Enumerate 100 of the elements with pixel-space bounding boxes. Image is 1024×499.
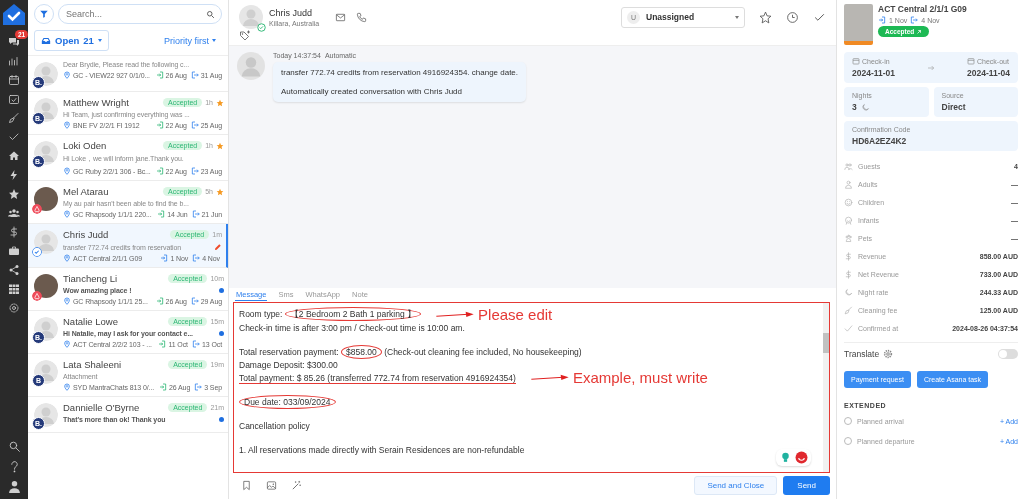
guest-name: Chris Judd	[269, 7, 314, 18]
nights-value: 3	[852, 102, 857, 112]
confirmed-icon	[844, 323, 853, 333]
people-icon[interactable]	[8, 207, 20, 219]
editor-text-line: Total payment: $ 85.26 (transferred 772.74 from reservation 4916924354)	[239, 372, 516, 383]
channel-icon	[32, 204, 42, 214]
check-in-icon	[155, 71, 164, 79]
guest-name: Lata Shaleeni	[63, 359, 123, 370]
check-in-icon	[159, 383, 167, 391]
cleaning-icon	[844, 305, 853, 315]
chart-icon[interactable]	[8, 55, 20, 67]
briefcase-icon[interactable]	[8, 245, 20, 257]
status-dropdown[interactable]: Open 21	[34, 30, 109, 51]
annotation-arrow	[435, 310, 476, 319]
guest-name: Matthew Wright	[63, 97, 130, 108]
check-out-icon	[190, 121, 199, 129]
settings-icon[interactable]	[8, 302, 20, 314]
user-icon[interactable]	[7, 480, 21, 493]
search-icon[interactable]	[7, 440, 21, 453]
mail-icon[interactable]	[335, 11, 347, 23]
translate-label: Translate	[844, 349, 880, 359]
children-icon	[844, 197, 853, 207]
add-tag-icon[interactable]	[239, 30, 251, 42]
calendar-check-icon[interactable]	[8, 93, 20, 105]
star-icon[interactable]	[759, 10, 772, 24]
scrollbar[interactable]	[823, 303, 829, 472]
check-in-icon	[878, 16, 886, 24]
inbox-icon	[41, 35, 51, 46]
chat-icon[interactable]	[8, 36, 20, 48]
check-in-icon	[160, 254, 169, 262]
message-editor[interactable]	[233, 302, 830, 473]
send-and-close-button[interactable]: Send and Close	[694, 476, 778, 495]
check-out-value: 2024-11-04	[967, 68, 1010, 78]
calendar-icon[interactable]	[8, 74, 20, 86]
search-icon	[206, 9, 215, 19]
night-icon	[844, 287, 853, 297]
check-in-icon	[158, 340, 167, 348]
property-title: ACT Central 2/1/1 G09	[878, 4, 967, 14]
location-pin-icon	[63, 383, 71, 391]
check-icon[interactable]	[8, 131, 20, 143]
check-out-icon	[910, 16, 919, 24]
avatar-icon	[237, 52, 265, 80]
share-icon[interactable]	[8, 264, 20, 276]
location-pin-icon	[63, 121, 71, 129]
check-out-icon	[192, 254, 201, 262]
phone-icon[interactable]	[356, 11, 368, 23]
message-text: Automatically created conversation with Chris Judd	[281, 87, 463, 96]
check-in-icon	[155, 297, 164, 305]
translate-toggle[interactable]	[998, 349, 1018, 359]
editor-text-line: Damage Deposit: $300.00	[239, 359, 338, 370]
send-button[interactable]: Send	[783, 476, 830, 495]
guest-name: Mel Atarau	[63, 186, 110, 197]
magic-wand-icon[interactable]	[291, 480, 302, 491]
bookmark-icon[interactable]	[241, 480, 252, 491]
settings-icon[interactable]	[883, 349, 894, 359]
check-out-icon	[190, 167, 199, 175]
source-value: Direct	[941, 102, 967, 112]
channel-icon	[32, 291, 42, 301]
grid-icon[interactable]	[8, 283, 20, 295]
location-pin-icon	[63, 71, 71, 79]
image-icon[interactable]	[266, 480, 277, 491]
dollar-icon[interactable]	[8, 226, 20, 238]
check-out-icon	[194, 383, 203, 391]
guests-icon	[844, 161, 853, 171]
editor-text-line: Check-in time is after 3:00 pm / Check-out time is 10:00 am.	[239, 322, 465, 333]
check-in-icon	[157, 210, 166, 218]
lightning-icon[interactable]	[8, 169, 20, 181]
avatar-icon	[239, 5, 263, 29]
lightbulb-icon[interactable]	[779, 451, 792, 464]
filter-icon	[39, 9, 49, 19]
check-out-icon	[191, 210, 200, 218]
editor-text-line: Total reservation payment: $858.00 (Check-out cleaning fee included, No housekeeping)	[239, 346, 582, 357]
arrow-icon	[927, 63, 935, 72]
money-icon	[844, 269, 853, 279]
annotation-arrow	[529, 373, 570, 382]
home-icon[interactable]	[8, 150, 20, 162]
location-pin-icon	[63, 297, 71, 305]
logo-icon[interactable]	[2, 3, 26, 27]
calendar-icon	[852, 57, 860, 65]
check-in-value: 2024-11-01	[852, 68, 895, 78]
broom-icon[interactable]	[8, 112, 20, 124]
search-field[interactable]: Search...	[58, 4, 222, 24]
photo-placeholder	[844, 4, 873, 45]
location-pin-icon	[63, 210, 71, 218]
editor-text-line: 1. All reservations made directly with Serain Residences are non-refundable	[239, 444, 525, 455]
check-out-icon	[190, 71, 199, 79]
clock-icon[interactable]	[786, 10, 799, 24]
filter-button[interactable]	[34, 4, 54, 24]
guest-name: Dannielle O'Byrne	[63, 402, 141, 413]
check-in-icon	[155, 167, 164, 175]
assistant-icon[interactable]	[795, 451, 808, 464]
message-text: transfer 772.74 credits from reservation 4916924354. change date.	[281, 68, 519, 77]
annotation-text: Example, must write	[572, 371, 708, 384]
star-icon[interactable]	[8, 188, 20, 200]
sort-dropdown[interactable]: Priority first	[158, 34, 222, 47]
location-pin-icon	[63, 340, 71, 348]
calendar-icon	[967, 57, 975, 65]
check-out-icon	[191, 340, 200, 348]
guest-name: Tiancheng Li	[63, 273, 119, 284]
adults-icon	[844, 179, 853, 189]
